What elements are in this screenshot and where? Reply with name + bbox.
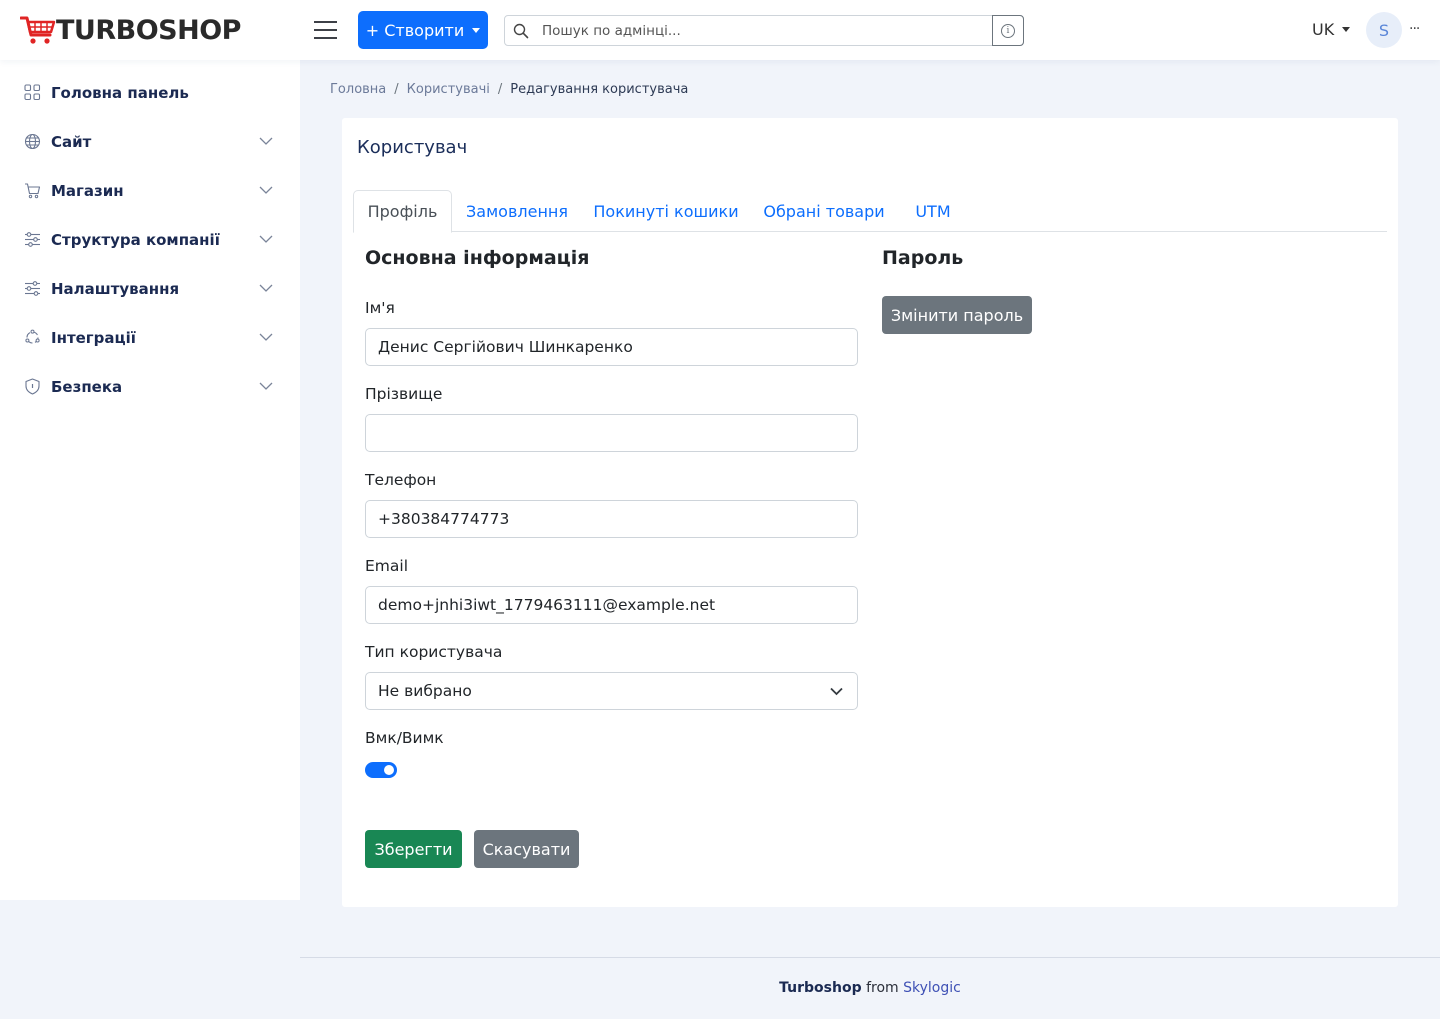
- sidebar-item-label: Магазин: [51, 181, 124, 200]
- tab-abandoned-carts[interactable]: Покинуті кошики: [589, 190, 743, 232]
- chevron-down-icon: [830, 687, 843, 696]
- chevron-down-icon: [259, 333, 273, 341]
- active-toggle[interactable]: [365, 762, 397, 778]
- change-password-button[interactable]: Змінити пароль: [882, 296, 1032, 334]
- language-label: UK: [1312, 20, 1335, 39]
- breadcrumb-separator: /: [394, 82, 399, 97]
- sidebar: Головна панель Сайт Магазин Структура ко…: [0, 60, 300, 900]
- toggle-label: Вмк/Вимк: [365, 729, 444, 747]
- password-heading: Пароль: [882, 247, 964, 269]
- tab-orders[interactable]: Замовлення: [460, 190, 574, 232]
- phone-field[interactable]: [365, 500, 858, 538]
- globe-icon: [24, 133, 41, 150]
- last-name-label: Прізвище: [365, 385, 443, 403]
- toggle-knob: [384, 765, 394, 775]
- sidebar-item-company-structure[interactable]: Структура компанії: [0, 215, 300, 264]
- email-label: Email: [365, 557, 409, 575]
- footer-company-link[interactable]: Skylogic: [903, 980, 961, 996]
- language-selector[interactable]: UK: [1312, 20, 1351, 39]
- more-options-icon[interactable]: ···: [1409, 22, 1420, 36]
- sidebar-item-shop[interactable]: Магазин: [0, 166, 300, 215]
- footer-from: from: [866, 980, 899, 996]
- footer-divider: [300, 957, 1440, 958]
- user-type-label: Тип користувача: [365, 643, 503, 661]
- cancel-button[interactable]: Скасувати: [474, 830, 579, 868]
- chevron-down-icon: [259, 186, 273, 194]
- sidebar-item-label: Налаштування: [51, 279, 180, 298]
- cart-icon: [25, 183, 41, 199]
- first-name-label: Ім'я: [365, 299, 395, 317]
- create-button[interactable]: + Створити: [358, 11, 488, 49]
- footer: Turboshop from Skylogic: [300, 980, 1440, 996]
- breadcrumb-current: Редагування користувача: [510, 82, 689, 97]
- sidebar-item-label: Головна панель: [51, 83, 189, 102]
- chevron-down-icon: [259, 137, 273, 145]
- avatar[interactable]: S: [1366, 12, 1402, 48]
- caret-down-icon: [1342, 27, 1351, 32]
- breadcrumb-separator: /: [497, 82, 503, 97]
- last-name-field[interactable]: [365, 414, 858, 452]
- basic-info-heading: Основна інформація: [365, 247, 590, 269]
- chevron-down-icon: [259, 284, 273, 292]
- search-icon: [513, 23, 529, 38]
- tab-utm[interactable]: UTM: [908, 190, 958, 232]
- footer-brand: Turboshop: [779, 980, 862, 996]
- breadcrumb-users-link[interactable]: Користувачі: [407, 82, 490, 97]
- sidebar-item-label: Структура компанії: [51, 230, 220, 249]
- user-type-selected: Не вибрано: [378, 682, 472, 700]
- sidebar-item-site[interactable]: Сайт: [0, 117, 300, 166]
- breadcrumb: Головна / Користувачі / Редагування кори…: [330, 82, 688, 97]
- save-button[interactable]: Зберегти: [365, 830, 462, 868]
- search-help-button[interactable]: i: [992, 15, 1024, 46]
- sidebar-item-security[interactable]: Безпека: [0, 362, 300, 411]
- page-title: Користувач: [357, 137, 468, 158]
- user-type-select[interactable]: Не вибрано: [365, 672, 858, 710]
- email-field[interactable]: [365, 586, 858, 624]
- caret-down-icon: [472, 27, 481, 33]
- sidebar-item-label: Безпека: [51, 377, 123, 396]
- phone-label: Телефон: [365, 471, 437, 489]
- first-name-field[interactable]: [365, 328, 858, 366]
- chevron-down-icon: [259, 235, 273, 243]
- tab-profile[interactable]: Профіль: [353, 190, 452, 233]
- logo-text: TURBOSHOP: [56, 14, 241, 46]
- user-card: Користувач Профіль Замовлення Покинуті к…: [342, 118, 1398, 907]
- menu-toggle-icon[interactable]: [314, 19, 338, 41]
- search-input[interactable]: [529, 16, 992, 45]
- shield-icon: [25, 378, 40, 395]
- cart-logo-icon: [20, 16, 56, 44]
- sidebar-item-dashboard[interactable]: Головна панель: [0, 68, 300, 117]
- search-box: i: [504, 15, 1024, 46]
- settings-sliders-icon: [25, 281, 40, 296]
- logo[interactable]: TURBOSHOP: [20, 14, 241, 46]
- sidebar-item-integrations[interactable]: Інтеграції: [0, 313, 300, 362]
- tab-favorites[interactable]: Обрані товари: [757, 190, 891, 232]
- chevron-down-icon: [259, 382, 273, 390]
- sidebar-item-settings[interactable]: Налаштування: [0, 264, 300, 313]
- create-button-label: + Створити: [365, 20, 465, 40]
- integrations-icon: [25, 329, 40, 344]
- info-icon: i: [1001, 23, 1015, 38]
- avatar-initial: S: [1378, 20, 1390, 40]
- breadcrumb-home-link[interactable]: Головна: [330, 82, 386, 97]
- sidebar-item-label: Інтеграції: [51, 328, 136, 347]
- sliders-icon: [25, 232, 40, 247]
- dashboard-icon: [24, 84, 41, 101]
- sidebar-item-label: Сайт: [51, 132, 92, 151]
- top-bar: TURBOSHOP + Створити i UK S ···: [0, 0, 1440, 60]
- tab-bar: Профіль Замовлення Покинуті кошики Обран…: [353, 190, 1387, 233]
